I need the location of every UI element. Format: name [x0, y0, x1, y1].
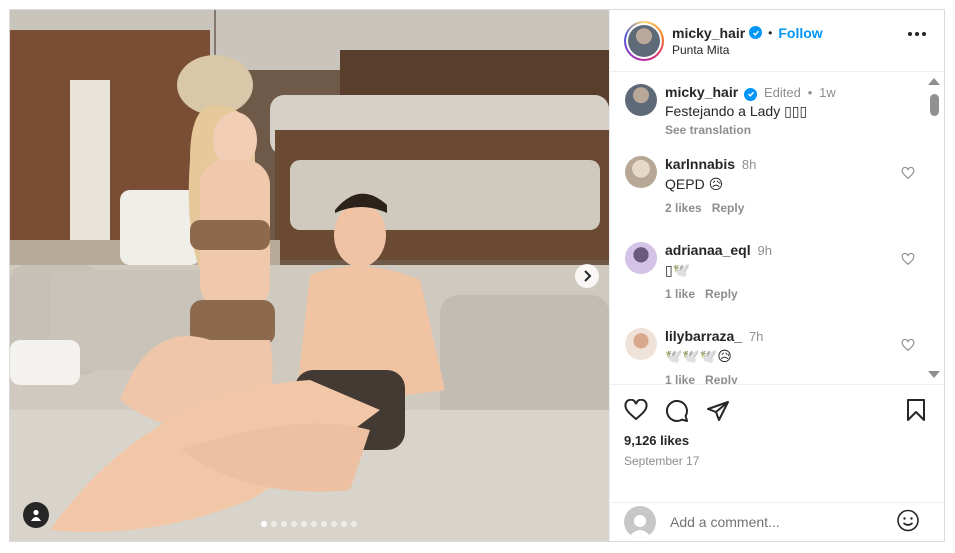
- more-dot-icon: [915, 32, 919, 36]
- post-actions: 9,126 likes September 17: [610, 384, 944, 502]
- author-avatar[interactable]: [624, 20, 664, 61]
- caption-edited: Edited: [763, 85, 801, 100]
- post-photo: [10, 10, 609, 541]
- scroll-thumb[interactable]: [930, 94, 939, 116]
- more-dot-icon: [922, 32, 926, 36]
- carousel-indicator: [261, 521, 357, 527]
- caption-text: Festejando a Lady ▯▯▯: [665, 102, 808, 119]
- post-sidebar: micky_hair • Follow Punta Mita micky_hai…: [609, 10, 944, 541]
- user-icon: [31, 509, 41, 521]
- add-comment-bar: [610, 502, 944, 541]
- comments-list[interactable]: micky_hair Edited • 1w Festejando a Lady…: [610, 72, 944, 384]
- comment-likes[interactable]: 1 like: [665, 373, 695, 384]
- comment-text: QEPD 😥: [665, 176, 724, 192]
- comment-username[interactable]: lilybarraza_: [665, 328, 742, 344]
- comment-likes[interactable]: 2 likes: [665, 201, 702, 215]
- carousel-dot: [271, 521, 277, 527]
- caption-comment: micky_hair Edited • 1w Festejando a Lady…: [625, 84, 915, 137]
- carousel-dot: [341, 521, 347, 527]
- more-options-button[interactable]: [908, 32, 926, 36]
- comment-item: karlnnabis 8h QEPD 😥 2 likes Reply: [625, 156, 915, 215]
- comment-time[interactable]: 8h: [742, 157, 756, 172]
- tagged-users-button[interactable]: [23, 502, 49, 528]
- comment-text: ▯🕊️: [665, 262, 691, 278]
- share-button[interactable]: [706, 399, 730, 426]
- avatar[interactable]: [625, 84, 657, 116]
- carousel-dot: [261, 521, 267, 527]
- avatar[interactable]: [625, 242, 657, 274]
- scroll-up-arrow-icon[interactable]: [928, 78, 940, 85]
- comment-username[interactable]: adrianaa_eql: [665, 242, 751, 258]
- comment-button[interactable]: [665, 399, 689, 426]
- carousel-dot: [351, 521, 357, 527]
- post-media[interactable]: [10, 10, 609, 541]
- comment-time[interactable]: 9h: [758, 243, 772, 258]
- comment-bubble-icon: [665, 399, 688, 422]
- heart-icon[interactable]: [901, 166, 915, 180]
- likes-count[interactable]: 9,126 likes: [624, 433, 689, 448]
- comment-likes[interactable]: 1 like: [665, 287, 695, 301]
- carousel-dot: [331, 521, 337, 527]
- save-button[interactable]: [906, 399, 926, 424]
- reply-button[interactable]: Reply: [712, 201, 745, 215]
- author-username[interactable]: micky_hair: [672, 25, 745, 41]
- caption-username[interactable]: micky_hair: [665, 84, 738, 100]
- paper-plane-icon: [707, 401, 729, 421]
- verified-badge-icon: [744, 87, 758, 101]
- verified-badge-icon: [749, 26, 763, 39]
- reply-button[interactable]: Reply: [705, 373, 738, 384]
- avatar[interactable]: [625, 156, 657, 188]
- header-separator: •: [768, 25, 773, 40]
- reply-button[interactable]: Reply: [705, 287, 738, 301]
- comment-item: adrianaa_eql 9h ▯🕊️ 1 like Reply: [625, 242, 915, 301]
- emoji-picker-button[interactable]: [896, 509, 920, 536]
- comment-text: 🕊️🕊️🕊️😥: [665, 348, 732, 364]
- bookmark-icon: [907, 399, 925, 421]
- avatar[interactable]: [625, 328, 657, 360]
- carousel-dot: [321, 521, 327, 527]
- comments-scrollbar[interactable]: [928, 78, 940, 378]
- more-dot-icon: [908, 32, 912, 36]
- carousel-dot: [281, 521, 287, 527]
- like-button[interactable]: [624, 398, 648, 426]
- scroll-down-arrow-icon[interactable]: [928, 371, 940, 378]
- user-icon: [628, 515, 652, 538]
- add-comment-input[interactable]: [670, 514, 870, 530]
- follow-button[interactable]: Follow: [778, 25, 822, 41]
- instagram-post: micky_hair • Follow Punta Mita micky_hai…: [9, 9, 945, 542]
- heart-icon[interactable]: [901, 338, 915, 352]
- chevron-right-icon: [584, 270, 592, 282]
- caption-separator: •: [807, 85, 813, 100]
- comment-username[interactable]: karlnnabis: [665, 156, 735, 172]
- post-date[interactable]: September 17: [624, 454, 699, 468]
- comment-time[interactable]: 7h: [749, 329, 763, 344]
- heart-icon: [624, 398, 648, 421]
- post-location[interactable]: Punta Mita: [672, 43, 823, 57]
- see-translation-link[interactable]: See translation: [665, 123, 836, 137]
- caption-time[interactable]: 1w: [819, 85, 836, 100]
- carousel-dot: [311, 521, 317, 527]
- carousel-next-button[interactable]: [575, 264, 599, 288]
- smiley-icon: [897, 509, 919, 532]
- post-header: micky_hair • Follow Punta Mita: [610, 10, 944, 72]
- carousel-dot: [291, 521, 297, 527]
- comment-item: lilybarraza_ 7h 🕊️🕊️🕊️😥 1 like Reply: [625, 328, 915, 384]
- heart-icon[interactable]: [901, 252, 915, 266]
- carousel-dot: [301, 521, 307, 527]
- current-user-avatar: [624, 506, 656, 538]
